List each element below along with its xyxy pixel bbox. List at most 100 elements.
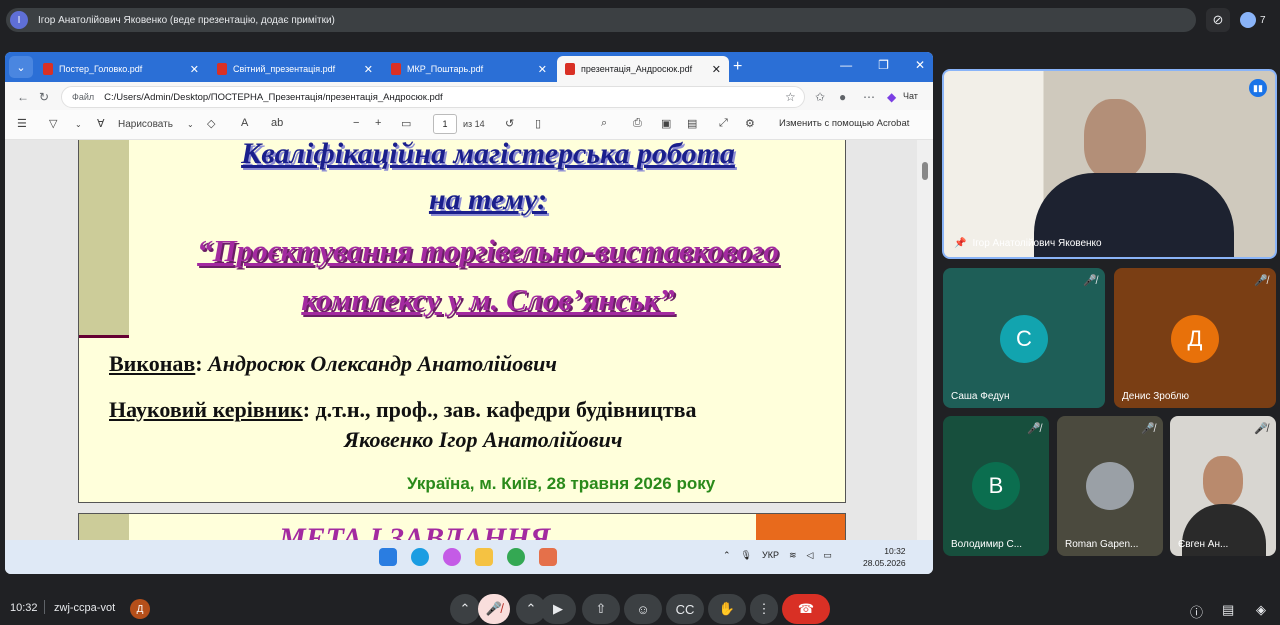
copilot-taskbar-icon[interactable] xyxy=(443,548,461,566)
fit-page-icon[interactable]: ▭ xyxy=(401,117,411,130)
meet-control-bar: 10:32 zwj-ccpa-vot Д ⌃ 🎤̸ ⌃ ▶ ⇧ ☺ CC ✋ ⋮… xyxy=(0,590,1280,625)
zoom-in-icon[interactable]: + xyxy=(375,117,381,129)
raise-hand-button[interactable]: ✋ xyxy=(708,594,746,624)
chrome-icon[interactable] xyxy=(507,548,525,566)
start-icon[interactable] xyxy=(379,548,397,566)
contents-icon[interactable]: ☰ xyxy=(17,117,27,130)
chat-icon[interactable]: ▤ xyxy=(1222,602,1234,618)
system-tray: ⌃ 🎙 УКР ≋ ◁ ▭ xyxy=(723,550,832,561)
chevron-up-icon[interactable]: ⌃ xyxy=(723,550,731,561)
edit-with-acrobat-button[interactable]: Изменить с помощью Acrobat xyxy=(779,118,909,129)
profile-icon[interactable]: ● xyxy=(839,90,846,104)
pdf-icon xyxy=(43,63,53,75)
page-number-input[interactable]: 1 xyxy=(433,114,457,134)
microphone-icon[interactable]: 🎙 xyxy=(741,550,752,561)
copilot-icon[interactable]: ◆ xyxy=(887,90,896,104)
close-tab-icon[interactable]: ✕ xyxy=(364,63,373,76)
participant-tile[interactable]: 🎤̸ Євген Ан... xyxy=(1170,416,1276,556)
mic-off-icon: 🎤̸ xyxy=(1141,423,1155,435)
zoom-out-icon[interactable]: − xyxy=(353,117,359,129)
participant-tile[interactable]: 🎤̸ В Володимир С... xyxy=(943,416,1049,556)
rotate-icon[interactable]: ↺ xyxy=(505,117,514,130)
battery-icon[interactable]: ▭ xyxy=(823,550,832,561)
volume-icon[interactable]: ◁ xyxy=(807,550,814,561)
chevron-down-icon[interactable]: ⌄ xyxy=(75,120,82,129)
present-screen-button[interactable]: ⇧ xyxy=(582,594,620,624)
speaking-indicator-icon: ▮▮ xyxy=(1249,79,1267,97)
author-line: Виконав: Андросюк Олександр Анатолійович xyxy=(109,351,557,376)
settings-gear-icon[interactable]: ⚙ xyxy=(745,117,755,130)
tab-mkr[interactable]: МКР_Поштарь.pdf ✕ xyxy=(383,56,555,82)
new-tab-icon[interactable]: + xyxy=(733,58,742,76)
url-input[interactable]: Файл C:/Users/Admin/Desktop/ПОСТЕРНА_Пре… xyxy=(61,86,805,108)
file-explorer-icon[interactable] xyxy=(475,548,493,566)
scrollbar-thumb[interactable] xyxy=(922,162,928,180)
chat-label[interactable]: Чат xyxy=(903,91,918,101)
end-call-button[interactable]: ☎ xyxy=(782,594,830,624)
participant-tile[interactable]: 🎤̸ Roman Gapen... xyxy=(1057,416,1163,556)
edge-icon[interactable] xyxy=(411,548,429,566)
tab-svitnyi[interactable]: Світний_презентація.pdf ✕ xyxy=(209,56,381,82)
close-tab-icon[interactable]: ✕ xyxy=(538,63,547,76)
thesis-topic-line-1: “Проєктування торгівельно-виставкового xyxy=(197,233,779,268)
avatar: С xyxy=(1000,315,1048,363)
favorites-icon[interactable]: ✩ xyxy=(815,90,825,104)
captions-button[interactable]: CC xyxy=(666,594,704,624)
taskbar-clock[interactable]: 10:32 28.05.2026 xyxy=(863,545,906,569)
back-icon[interactable]: ← xyxy=(17,90,29,104)
info-icon[interactable]: ⓘ xyxy=(1190,602,1203,621)
tab-actions-dropdown-icon[interactable]: ⌄ xyxy=(9,56,33,78)
chevron-down-icon[interactable]: ⌄ xyxy=(187,120,194,129)
activities-icon[interactable]: ◈ xyxy=(1256,602,1266,618)
pdf-icon xyxy=(217,63,227,75)
search-icon[interactable]: ⌕ xyxy=(601,117,607,130)
pdf-toolbar: ☰ ▽ ⌄ ∀ Нарисовать ⌄ ◇ A ab − + ▭ 1 из 1… xyxy=(5,110,933,140)
emoji-button[interactable]: ☺ xyxy=(624,594,662,624)
close-tab-icon[interactable]: ✕ xyxy=(712,63,721,76)
participant-name: Євген Ан... xyxy=(1178,539,1229,550)
participant-name: 📌 Ігор Анатолійович Яковенко xyxy=(954,238,1102,249)
participant-tile[interactable]: 🎤̸ С Саша Федун xyxy=(943,268,1105,408)
language-indicator[interactable]: УКР xyxy=(762,550,779,561)
more-options-button[interactable]: ⋮ xyxy=(750,594,778,624)
browser-window: ⌄ Постер_Головко.pdf ✕ Світний_презентац… xyxy=(5,52,933,574)
presenter-avatar: І xyxy=(10,11,28,29)
powerpoint-icon[interactable] xyxy=(539,548,557,566)
tab-poster[interactable]: Постер_Головко.pdf ✕ xyxy=(35,56,207,82)
fullscreen-icon[interactable]: ⤢ xyxy=(719,117,728,130)
camera-toggle-button[interactable]: ▶ xyxy=(540,594,576,624)
audio-options-chevron-icon[interactable]: ⌃ xyxy=(450,594,480,624)
mic-off-icon: 🎤̸ xyxy=(1027,423,1041,435)
wifi-icon[interactable]: ≋ xyxy=(789,550,797,561)
draw-button[interactable]: Нарисовать xyxy=(118,119,173,130)
participant-tile-presenter[interactable]: ▮▮ 📌 Ігор Анатолійович Яковенко xyxy=(942,69,1277,259)
page-view-icon[interactable]: ▯ xyxy=(535,117,541,130)
mic-off-icon: 🎤̸ xyxy=(1083,275,1097,287)
favorite-star-icon[interactable]: ☆ xyxy=(785,90,796,104)
tab-presentation[interactable]: презентація_Андросюк.pdf ✕ xyxy=(557,56,729,82)
translate-icon[interactable]: ab xyxy=(271,117,283,129)
microphone-toggle-button[interactable]: 🎤̸ xyxy=(478,594,510,624)
people-icon xyxy=(1240,12,1256,28)
restore-icon[interactable]: ❐ xyxy=(878,58,889,72)
highlight-icon[interactable]: ▽ xyxy=(49,117,57,130)
save-icon[interactable]: ▣ xyxy=(661,117,671,130)
read-aloud-icon[interactable]: A xyxy=(241,117,248,129)
participants-button[interactable]: 7 xyxy=(1236,7,1274,33)
print-icon[interactable]: ⎙ xyxy=(633,117,642,130)
url-text: C:/Users/Admin/Desktop/ПОСТЕРНА_Презента… xyxy=(104,91,443,103)
tab-label: презентація_Андросюк.pdf xyxy=(581,64,693,74)
pdf-viewer[interactable]: Кваліфікаційна магістерська робота на те… xyxy=(5,140,933,540)
pdf-scrollbar[interactable] xyxy=(917,140,933,540)
close-window-icon[interactable]: ✕ xyxy=(915,58,925,72)
close-tab-icon[interactable]: ✕ xyxy=(190,63,199,76)
participant-tile[interactable]: 🎤̸ Д Денис Зроблю xyxy=(1114,268,1276,408)
more-menu-icon[interactable]: ⋯ xyxy=(863,90,875,104)
author-name: Андросюк Олександр Анатолійович xyxy=(208,351,557,376)
refresh-icon[interactable]: ↻ xyxy=(39,90,49,104)
save-as-icon[interactable]: ▤ xyxy=(687,117,697,130)
eraser-icon[interactable]: ◇ xyxy=(207,117,215,130)
camera-off-icon[interactable]: ⊘ xyxy=(1206,8,1230,32)
draw-icon[interactable]: ∀ xyxy=(97,117,105,130)
minimize-icon[interactable]: — xyxy=(840,58,852,72)
